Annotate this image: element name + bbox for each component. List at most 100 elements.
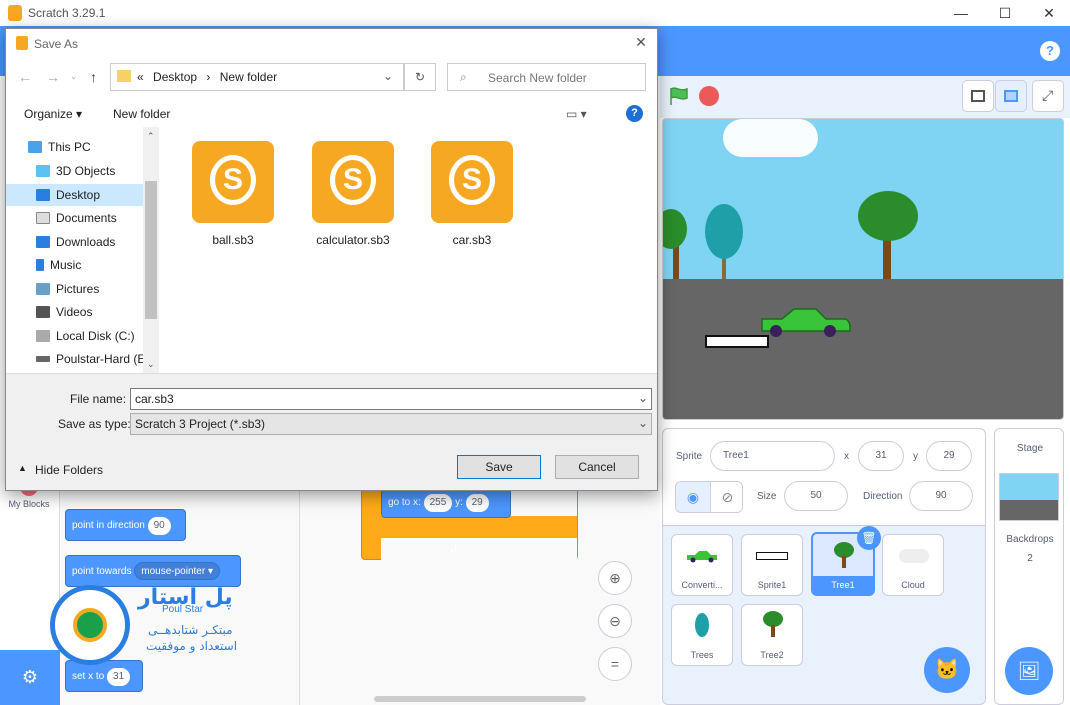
block-input[interactable]: 31 [107, 668, 131, 686]
script-stack[interactable]: ↲ go to x: 255 y: 29 [361, 486, 578, 560]
breadcrumb-new-folder[interactable]: New folder [220, 70, 277, 84]
sb3-file-icon: S [431, 141, 513, 223]
save-type-select[interactable]: Scratch 3 Project (*.sb3) [130, 413, 652, 435]
delete-sprite-icon[interactable]: 🗑 [857, 526, 881, 550]
nav-label: Desktop [56, 188, 101, 202]
size-input[interactable]: 50 [784, 481, 848, 511]
green-flag-icon[interactable] [668, 86, 690, 106]
horizontal-scrollbar[interactable] [374, 696, 586, 702]
go-to-xy-block[interactable]: go to x: 255 y: 29 [381, 488, 511, 518]
stage-canvas[interactable] [662, 118, 1064, 420]
sprite-name-input[interactable]: Tree1 [710, 441, 835, 471]
sprite-tile-label: Tree2 [760, 650, 784, 660]
file-name-dropdown-icon[interactable]: ⌄ [638, 391, 648, 405]
car-sprite [761, 308, 851, 337]
show-eye-icon[interactable]: ◉ [676, 482, 710, 512]
breadcrumb-desktop[interactable]: Desktop [153, 70, 197, 84]
desktop-icon [36, 189, 50, 201]
file-item[interactable]: S calculator.sb3 [303, 141, 403, 251]
zoom-in-icon[interactable]: ⊕ [598, 561, 632, 595]
recent-chevron-icon[interactable]: ⌄ [70, 71, 78, 82]
search-field[interactable]: ⌕ Search New folder [447, 63, 646, 91]
address-bar[interactable]: « Desktop › New folder ⌄ [110, 63, 404, 91]
nav-label: 3D Objects [56, 164, 116, 178]
help-icon[interactable]: ? [626, 105, 643, 122]
nav-item-this-pc[interactable]: This PC [28, 136, 146, 158]
hide-eye-icon[interactable]: ⊘ [710, 482, 742, 512]
refresh-icon[interactable]: ↻ [404, 63, 436, 91]
point-towards-block[interactable]: point towards mouse-pointer ▾ [65, 555, 241, 587]
nav-item-music[interactable]: Music [36, 254, 154, 276]
minimize-button[interactable]: — [946, 3, 976, 23]
point-in-direction-block[interactable]: point in direction 90 [65, 509, 186, 541]
organize-button[interactable]: Organize ▾ [24, 107, 82, 121]
nav-item-desktop[interactable]: Desktop [6, 184, 143, 206]
dialog-close-button[interactable]: ✕ [628, 34, 654, 52]
nav-item-downloads[interactable]: Downloads [36, 231, 154, 253]
save-type-dropdown-icon[interactable]: ⌄ [638, 416, 648, 430]
choose-backdrop-icon[interactable]: 🖼 [1005, 647, 1053, 695]
y-label: y [913, 451, 918, 462]
up-arrow-icon[interactable]: ↑ [90, 69, 97, 85]
save-as-dialog: Save As ✕ ← → ⌄ ↑ « Desktop › New folder… [5, 28, 658, 491]
block-input[interactable]: 90 [147, 517, 171, 535]
my-blocks-label[interactable]: My Blocks [0, 499, 58, 509]
zoom-reset-icon[interactable]: = [598, 647, 632, 681]
block-input-x[interactable]: 255 [423, 494, 453, 512]
trees-sprite [705, 204, 745, 279]
zoom-out-icon[interactable]: ⊖ [598, 604, 632, 638]
block-text: point towards [72, 566, 132, 577]
forward-arrow-icon[interactable]: → [46, 69, 60, 85]
view-options-icon[interactable]: ▭ ▾ [566, 107, 587, 121]
sprite-tile-convertible[interactable]: Converti... [671, 534, 733, 596]
watermark-line1: مبتکـر شتابدهــی [148, 623, 233, 637]
nav-item-documents[interactable]: Documents [36, 207, 154, 229]
close-window-button[interactable]: ✕ [1034, 3, 1064, 23]
breadcrumb-overflow[interactable]: « [137, 70, 144, 84]
block-input-y[interactable]: 29 [465, 494, 489, 512]
sprite-tile-cloud[interactable]: Cloud [882, 534, 944, 596]
file-name-label: File name: [70, 392, 127, 406]
hide-folders-button[interactable]: Hide Folders [35, 463, 103, 477]
maximize-button[interactable]: ☐ [990, 3, 1020, 23]
hide-folders-chevron-icon[interactable]: ▲ [18, 463, 27, 473]
computer-icon [28, 141, 42, 153]
nav-scrollbar[interactable]: ⌃ ⌄ [143, 127, 159, 373]
address-dropdown-icon[interactable]: ⌄ [383, 69, 393, 83]
back-arrow-icon[interactable]: ← [18, 69, 32, 85]
sprite-tile-tree2[interactable]: Tree2 [741, 604, 803, 666]
small-stage-button[interactable] [962, 80, 994, 112]
nav-item-pictures[interactable]: Pictures [36, 278, 154, 300]
nav-label: Downloads [56, 235, 116, 249]
nav-label: Documents [56, 211, 117, 225]
nav-item-videos[interactable]: Videos [36, 301, 154, 323]
file-name: car.sb3 [452, 233, 492, 247]
sprite-tile-sprite1[interactable]: Sprite1 [741, 534, 803, 596]
sprite-tile-trees[interactable]: Trees [671, 604, 733, 666]
scratch-logo-icon [16, 36, 28, 50]
file-name-input[interactable]: car.sb3 [130, 388, 652, 410]
loop-arrow-icon: ↲ [449, 544, 459, 556]
nav-item-local-disk[interactable]: Local Disk (C:) [36, 325, 154, 347]
help-icon[interactable]: ? [1040, 41, 1060, 61]
y-input[interactable]: 29 [926, 441, 972, 471]
x-input[interactable]: 31 [858, 441, 904, 471]
block-text: point in direction [72, 520, 145, 531]
sprite-label: Sprite [676, 451, 703, 462]
choose-sprite-icon[interactable]: 🐱 [924, 647, 970, 693]
new-folder-button[interactable]: New folder [113, 107, 170, 121]
fullscreen-icon[interactable]: ⤢ [1032, 80, 1064, 112]
nav-item-poulstar-hard[interactable]: Poulstar-Hard (E [36, 348, 154, 370]
stop-icon[interactable] [699, 86, 719, 106]
visibility-toggle: ◉ ⊘ [675, 481, 743, 513]
save-button[interactable]: Save [457, 455, 541, 479]
backdrops-label: Backdrops [1006, 534, 1054, 545]
block-dropdown[interactable]: mouse-pointer ▾ [134, 562, 220, 580]
direction-input[interactable]: 90 [909, 481, 973, 511]
window-title: Scratch 3.29.1 [28, 6, 106, 20]
file-item[interactable]: S car.sb3 [422, 141, 522, 251]
large-stage-button[interactable] [995, 80, 1027, 112]
nav-item-3d-objects[interactable]: 3D Objects [36, 160, 154, 182]
cancel-button[interactable]: Cancel [555, 455, 639, 479]
file-item[interactable]: S ball.sb3 [183, 141, 283, 251]
